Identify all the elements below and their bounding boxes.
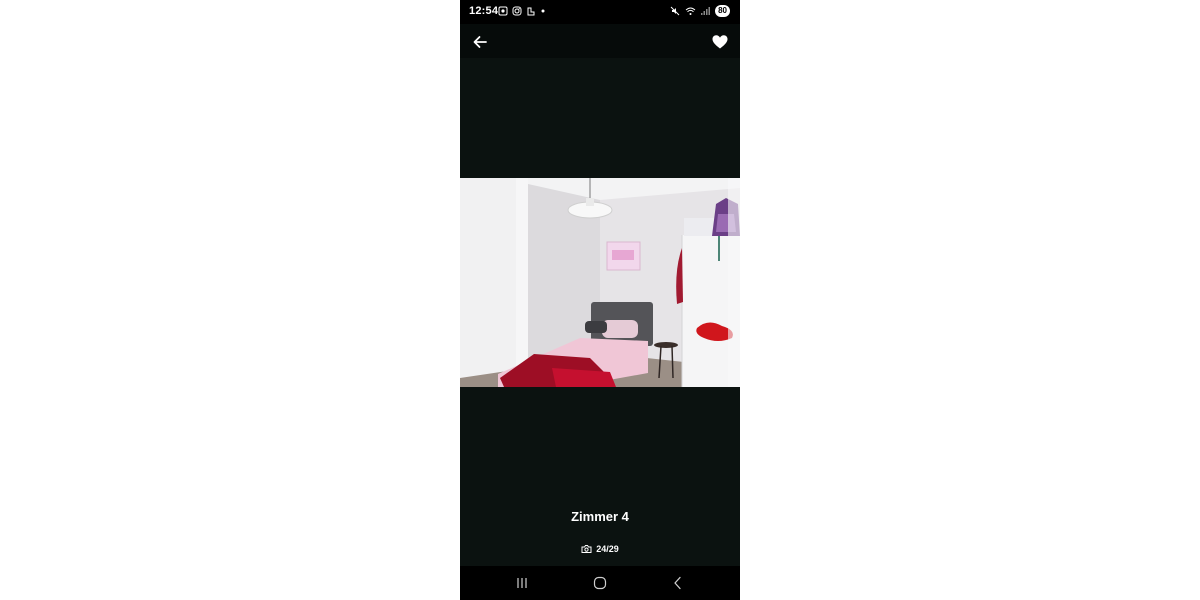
- back-button[interactable]: [471, 33, 489, 51]
- recent-apps-icon: [517, 578, 527, 588]
- favorite-button[interactable]: [711, 33, 729, 51]
- photo-counter-text: 24/29: [596, 544, 619, 554]
- back-icon: [674, 576, 681, 590]
- photo-counter: 24/29: [460, 544, 740, 554]
- screenshot-icon: [498, 6, 508, 16]
- system-nav-bar: [460, 566, 740, 600]
- dot-icon: [541, 9, 545, 13]
- notification-icons: [498, 6, 546, 16]
- room-photo[interactable]: [460, 178, 740, 387]
- app-notification-icon: [527, 7, 535, 16]
- instagram-icon: [512, 6, 522, 16]
- recent-apps-button[interactable]: [514, 575, 530, 591]
- top-app-bar: [460, 24, 740, 58]
- phone-screen: 12:54 80 Zimmer 4 24/29: [460, 0, 740, 600]
- wifi-icon: [685, 7, 696, 15]
- mute-icon: [670, 6, 680, 16]
- home-button[interactable]: [592, 575, 608, 591]
- heart-icon: [712, 35, 728, 49]
- arrow-left-icon: [473, 36, 487, 48]
- battery-level: 80: [715, 5, 730, 17]
- camera-icon: [581, 545, 592, 553]
- system-icons: 80: [670, 5, 730, 17]
- system-back-button[interactable]: [670, 575, 686, 591]
- home-icon: [593, 576, 607, 590]
- status-bar: 12:54 80: [460, 0, 740, 24]
- signal-icon: [701, 7, 711, 15]
- status-time: 12:54: [469, 5, 499, 17]
- photo-caption: Zimmer 4: [571, 509, 629, 524]
